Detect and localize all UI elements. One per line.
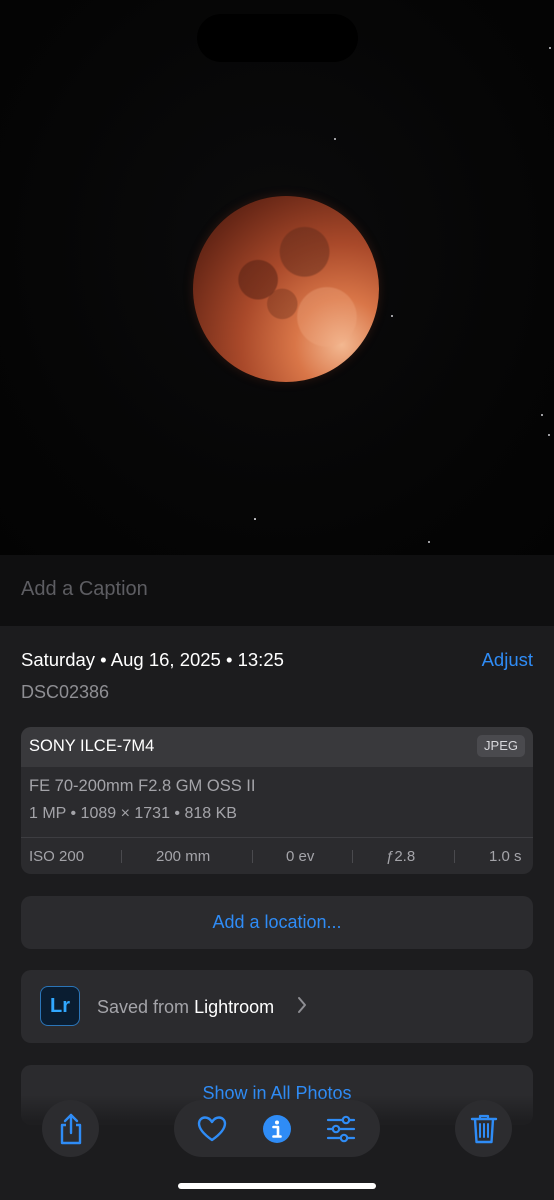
divider [121,850,122,863]
divider [352,850,353,863]
photo-date: Saturday • Aug 16, 2025 • 13:25 [21,649,284,670]
home-indicator[interactable] [178,1183,376,1189]
photo-filename: DSC02386 [21,682,110,702]
lightroom-prefix: Saved from [97,997,190,1017]
star [541,414,543,416]
info-icon[interactable] [261,1113,293,1145]
star [428,541,430,543]
format-badge: JPEG [477,735,525,757]
exposure-value: 0 ev [286,848,315,865]
lightroom-source-row[interactable]: Lr Saved from Lightroom [21,970,533,1043]
lightroom-app-name: Lightroom [194,997,275,1017]
divider [252,850,253,863]
star [548,434,550,436]
exif-card: SONY ILCE-7M4 JPEG FE 70-200mm F2.8 GM O… [21,727,533,874]
aperture-value: ƒ2.8 [386,848,416,865]
exif-header: SONY ILCE-7M4 JPEG [21,727,533,767]
iso-value: ISO 200 [29,848,85,865]
star [254,518,256,520]
share-icon [60,1113,81,1144]
shutter-value: 1.0 s [489,848,522,865]
dynamic-island [197,14,358,62]
exif-stats-row: ISO 200 200 mm 0 ev ƒ2.8 1.0 s [21,838,533,874]
adjust-sliders-icon[interactable] [325,1113,357,1145]
star [334,138,336,140]
star [391,315,393,317]
camera-model: SONY ILCE-7M4 [29,737,155,755]
lightroom-app-icon: Lr [40,986,80,1026]
add-location-label[interactable]: Add a location... [21,912,533,933]
focal-length-value: 200 mm [156,848,211,865]
image-specs: 1 MP • 1089 × 1731 • 818 KB [29,805,237,822]
photo-view[interactable] [0,0,554,555]
trash-icon [470,1114,497,1143]
heart-icon[interactable] [196,1113,228,1145]
chevron-right-icon [297,996,307,1019]
caption-placeholder[interactable]: Add a Caption [21,578,148,601]
divider [454,850,455,863]
lens-model: FE 70-200mm F2.8 GM OSS II [29,777,256,795]
lightroom-source-text: Saved from Lightroom [97,997,274,1018]
adjust-button[interactable]: Adjust [482,649,533,671]
share-button[interactable] [42,1100,99,1157]
delete-button[interactable] [455,1100,512,1157]
eclipsed-moon [193,196,379,382]
caption-field[interactable]: Add a Caption [0,555,554,626]
action-pill [174,1100,380,1157]
add-location-button[interactable]: Add a location... [21,896,533,949]
star [549,47,551,49]
